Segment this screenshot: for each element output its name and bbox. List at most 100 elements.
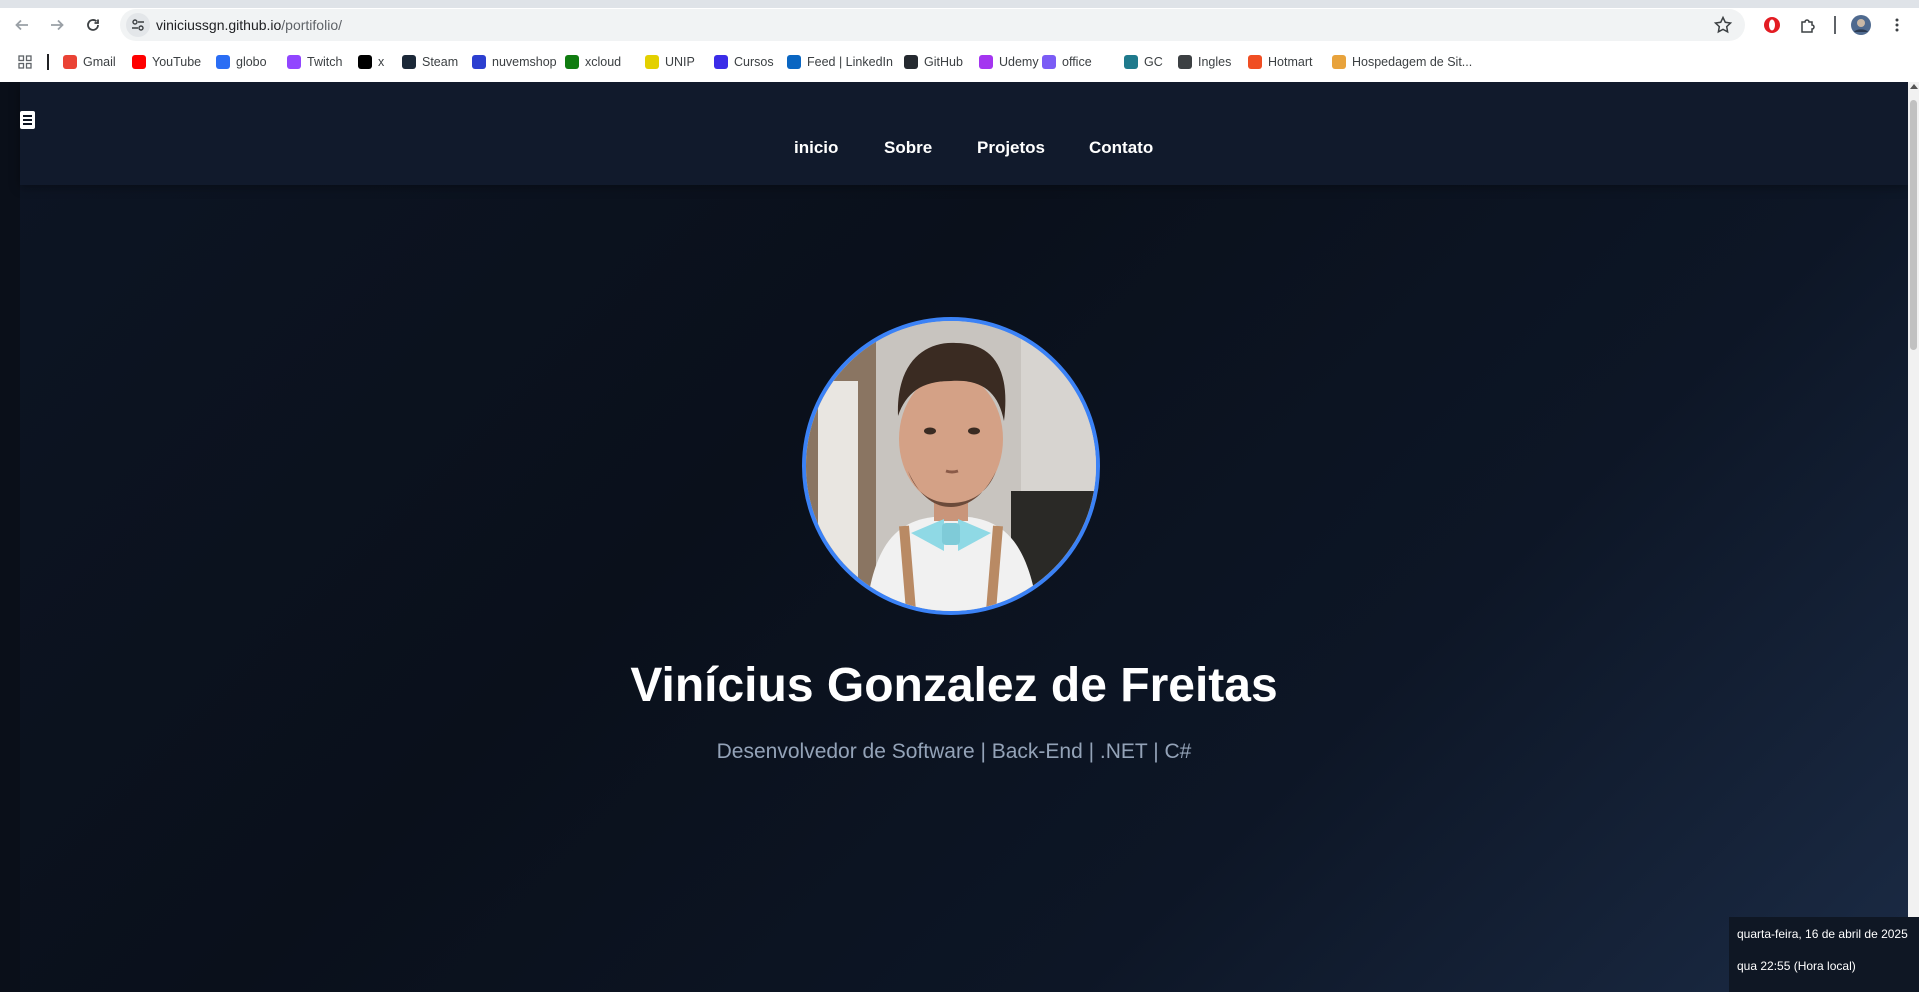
menu-icon-bar [23, 115, 32, 117]
menu-icon-bar [23, 123, 32, 125]
bookmark-label: YouTube [152, 55, 202, 69]
clock-date: quarta-feira, 16 de abril de 2025 [1737, 927, 1908, 941]
address-bar[interactable]: viniciussgn.github.io/portifolio/ [120, 9, 1745, 41]
globo-icon [216, 55, 230, 69]
bookmark-label: Hospedagem de Sit... [1352, 55, 1473, 69]
toolbar-separator [1834, 16, 1836, 34]
bookmark-cursos[interactable]: Cursos [714, 52, 774, 72]
bookmarks-bar: Gmail YouTube globo Twitch x Steam nuvemshop xc… [0, 48, 1919, 76]
bookmark-label: nuvemshop [492, 55, 557, 69]
bookmark-label: Hotmart [1268, 55, 1313, 69]
page-left-edge [0, 82, 20, 992]
hosting-icon [1332, 55, 1346, 69]
bookmark-star-button[interactable] [1713, 15, 1733, 35]
profile-button[interactable] [1848, 12, 1874, 38]
globe-icon [1178, 55, 1192, 69]
nav-link-projetos[interactable]: Projetos [977, 138, 1045, 158]
bookmark-globo[interactable]: globo [216, 52, 267, 72]
youtube-icon [132, 55, 146, 69]
linkedin-icon [787, 55, 801, 69]
apps-button[interactable] [18, 52, 32, 72]
unip-icon [645, 55, 659, 69]
gc-icon [1124, 55, 1138, 69]
star-icon [1713, 15, 1733, 34]
gmail-icon [63, 55, 77, 69]
tune-icon [132, 19, 144, 31]
site-info-button[interactable] [126, 13, 150, 37]
profile-subtitle: Desenvolvedor de Software | Back-End | .… [716, 740, 1192, 763]
url-text: viniciussgn.github.io/portifolio/ [156, 17, 342, 33]
reload-button[interactable] [80, 12, 106, 38]
profile-portrait [806, 321, 1096, 611]
more-vert-icon [1895, 18, 1899, 32]
opera-extension-button[interactable] [1759, 12, 1785, 38]
scrollbar-thumb[interactable] [1910, 100, 1917, 350]
bookmark-udemy[interactable]: Udemy [979, 52, 1039, 72]
bookmark-label: GitHub [924, 55, 963, 69]
menu-toggle-button[interactable] [20, 111, 35, 129]
bookmark-hospedagem-de-sit[interactable]: Hospedagem de Sit... [1332, 52, 1472, 72]
bookmark-x[interactable]: x [358, 52, 384, 72]
bookmark-label: office [1062, 55, 1092, 69]
extensions-button[interactable] [1795, 12, 1821, 38]
bookmark-gc[interactable]: GC [1124, 52, 1163, 72]
bookmark-twitch[interactable]: Twitch [287, 52, 342, 72]
bookmark-label: UNIP [665, 55, 695, 69]
forward-button[interactable] [44, 12, 70, 38]
hotmart-icon [1248, 55, 1262, 69]
bookmark-office[interactable]: office [1042, 52, 1092, 72]
bookmark-label: globo [236, 55, 267, 69]
bookmark-label: x [378, 55, 385, 69]
bookmark-label: Cursos [734, 55, 774, 69]
back-button[interactable] [9, 12, 35, 38]
github-icon [904, 55, 918, 69]
nav-link-contato[interactable]: Contato [1089, 138, 1153, 158]
profile-photo [802, 317, 1100, 615]
arrow-left-icon [15, 19, 28, 31]
x-icon [358, 55, 372, 69]
profile-avatar-icon [1851, 15, 1871, 35]
scroll-up-arrow[interactable] [1910, 84, 1918, 89]
portfolio-page: inicio Sobre Projetos Contato Vinícius G… [0, 82, 1919, 992]
bookmark-label: Udemy [999, 55, 1039, 69]
bookmark-label: xcloud [585, 55, 622, 69]
bookmark-youtube[interactable]: YouTube [132, 52, 201, 72]
url-path: /portifolio/ [281, 17, 342, 33]
puzzle-icon [1801, 19, 1815, 33]
page-scrollbar[interactable] [1908, 82, 1919, 992]
bookmark-label: Ingles [1198, 55, 1232, 69]
bookmark-label: GC [1144, 55, 1163, 69]
browser-chrome: viniciussgn.github.io/portifolio/ Gmail Y… [0, 0, 1919, 82]
bookmark-steam[interactable]: Steam [402, 52, 458, 72]
bookmark-nuvemshop[interactable]: nuvemshop [472, 52, 557, 72]
bookmark-ingles[interactable]: Ingles [1178, 52, 1231, 72]
nav-link-sobre[interactable]: Sobre [884, 138, 932, 158]
reload-icon [87, 19, 99, 31]
bookmark-hotmart[interactable]: Hotmart [1248, 52, 1312, 72]
apps-grid-icon [18, 55, 32, 69]
bookmarks-separator [47, 54, 49, 70]
bookmark-unip[interactable]: UNIP [645, 52, 695, 72]
bookmark-feed-linkedin[interactable]: Feed | LinkedIn [787, 52, 893, 72]
xbox-icon [565, 55, 579, 69]
bookmark-label: Feed | LinkedIn [807, 55, 893, 69]
browser-menu-button[interactable] [1884, 12, 1910, 38]
cursos-icon [714, 55, 728, 69]
clock-tooltip: quarta-feira, 16 de abril de 2025 qua 22… [1729, 917, 1919, 992]
opera-icon [1764, 17, 1780, 33]
nav-link-inicio[interactable]: inicio [794, 138, 838, 158]
url-host: viniciussgn.github.io [156, 17, 282, 33]
tab-strip [0, 0, 1919, 8]
twitch-icon [287, 55, 301, 69]
nuvemshop-icon [472, 55, 486, 69]
bookmark-xcloud[interactable]: xcloud [565, 52, 621, 72]
bookmark-gmail[interactable]: Gmail [63, 52, 116, 72]
profile-name: Vinícius Gonzalez de Freitas [630, 659, 1278, 712]
udemy-icon [979, 55, 993, 69]
steam-icon [402, 55, 416, 69]
bookmark-github[interactable]: GitHub [904, 52, 963, 72]
arrow-right-icon [51, 19, 64, 31]
office-icon [1042, 55, 1056, 69]
bookmark-label: Twitch [307, 55, 343, 69]
bookmark-label: Gmail [83, 55, 116, 69]
